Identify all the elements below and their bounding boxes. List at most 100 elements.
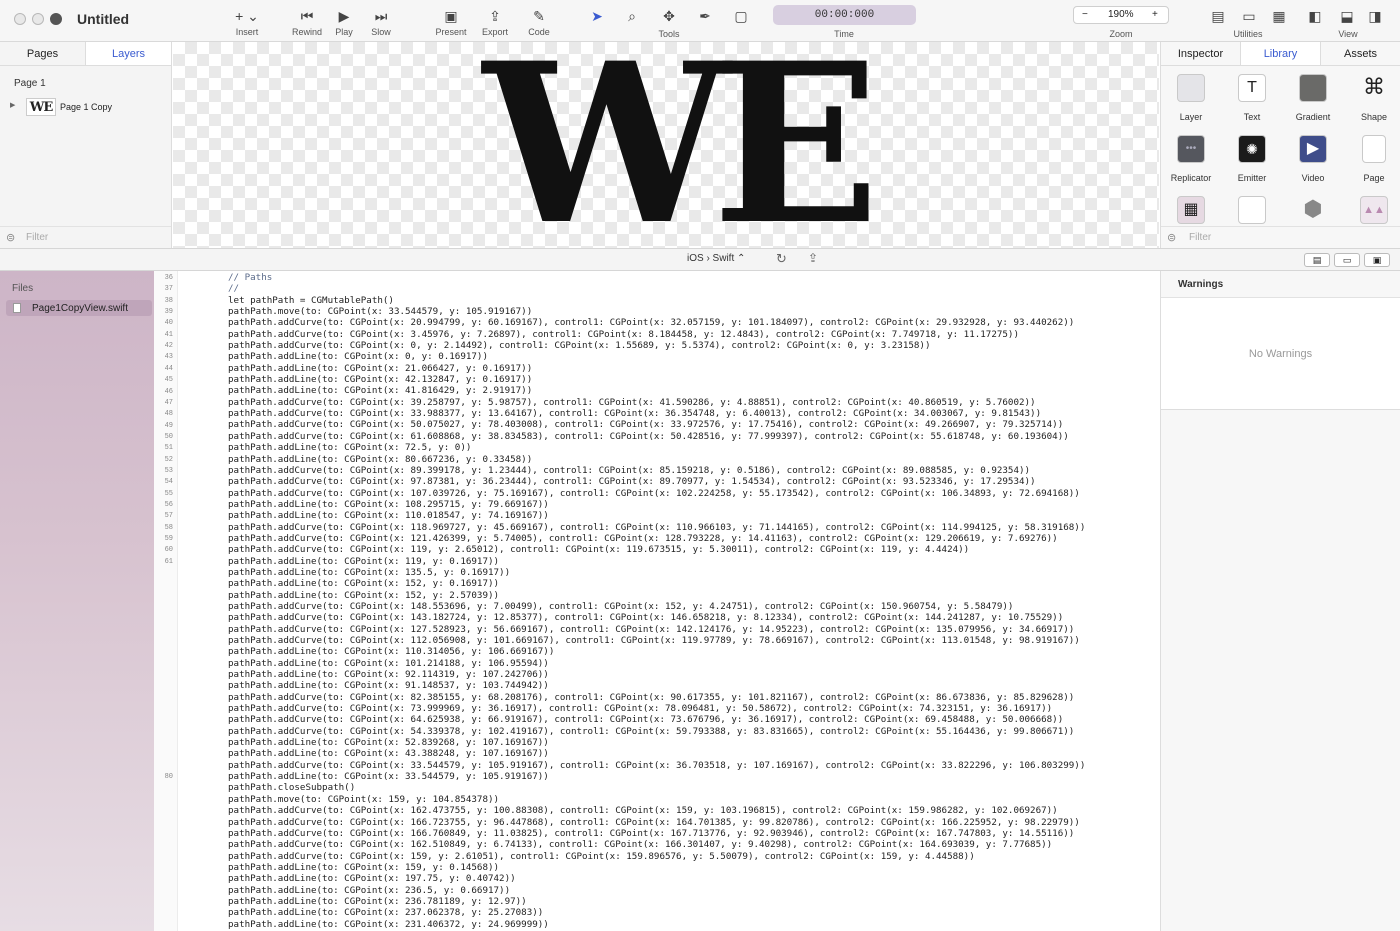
toolbar: Untitled + ⌄ Insert ⏮ Rewind ▶ Play ⏭ Sl…	[0, 0, 1400, 42]
image-icon: ▲▲	[1360, 196, 1388, 224]
layer-icon	[1177, 74, 1205, 102]
platform-selector[interactable]: iOS › Swift ⌃	[687, 253, 745, 264]
rewind-button[interactable]: ⏮ Rewind	[289, 6, 325, 37]
library-item-panel[interactable]	[1222, 188, 1282, 226]
code-line: // Paths	[228, 272, 273, 283]
library-filter[interactable]: ⊜ Filter	[1161, 226, 1400, 248]
line-number: 36	[164, 274, 173, 282]
line-number: 56	[164, 501, 173, 509]
canvas[interactable]: WE	[173, 42, 1159, 248]
view-label-wrap: View	[1336, 28, 1360, 39]
time-display[interactable]: 00:00:000	[773, 5, 916, 25]
code-line: pathPath.addCurve(to: CGPoint(x: 166.723…	[228, 816, 1080, 828]
zoom-value[interactable]: 190%	[1108, 9, 1134, 20]
code-button[interactable]: ✎ Code	[522, 6, 556, 37]
line-number: 42	[164, 342, 173, 351]
layout-button-2[interactable]: ▭	[1334, 253, 1360, 267]
code-line: pathPath.closeSubpath()	[228, 782, 356, 794]
layers-filter[interactable]: ⊜ Filter	[0, 226, 171, 248]
library-item-replicator[interactable]: ••• Replicator	[1161, 127, 1221, 188]
insert-button[interactable]: + ⌄ Insert	[227, 6, 267, 37]
code-line: pathPath.addCurve(to: CGPoint(x: 3.45976…	[228, 328, 1019, 340]
library-item-label: Shape	[1360, 112, 1388, 122]
code-line: pathPath.addCurve(to: CGPoint(x: 107.039…	[228, 487, 1080, 499]
tab-inspector[interactable]: Inspector	[1161, 42, 1241, 65]
layer-row[interactable]: ▶ WE Page 1 Copy	[8, 98, 168, 118]
library-item-grid[interactable]: ▦	[1161, 188, 1221, 226]
present-button[interactable]: ▣ Present	[431, 6, 471, 37]
library-item-text[interactable]: T Text	[1222, 66, 1282, 127]
code-line: pathPath.addLine(to: CGPoint(x: 152, y: …	[228, 589, 500, 601]
move-tool[interactable]: ✥	[660, 6, 678, 26]
code-editor[interactable]: // Paths//let pathPath = CGMutablePath()…	[228, 272, 1158, 930]
disclosure-triangle-icon[interactable]: ▶	[10, 101, 15, 109]
play-label: Play	[335, 27, 353, 37]
tab-assets[interactable]: Assets	[1321, 42, 1400, 65]
line-number: 46	[164, 387, 173, 396]
layout-button-3[interactable]: ▣	[1364, 253, 1390, 267]
utilities-assets-button[interactable]: ▦	[1270, 6, 1288, 26]
line-number: 61	[164, 557, 173, 566]
sidebar-right-icon: ◨	[1368, 8, 1382, 24]
library-item-layer[interactable]: Layer	[1161, 66, 1221, 127]
library-item-label: Gradient	[1295, 112, 1331, 122]
code-line: pathPath.addCurve(to: CGPoint(x: 33.9883…	[228, 408, 1042, 420]
zoom-in-button[interactable]: +	[1152, 9, 1158, 20]
share-icon[interactable]: ⇪	[808, 251, 818, 265]
view-right-button[interactable]: ◨	[1366, 6, 1384, 26]
utilities-inspector-button[interactable]: ▤	[1209, 6, 1227, 26]
library-item-page[interactable]: Page	[1344, 127, 1400, 188]
view-left-button[interactable]: ◧	[1306, 6, 1324, 26]
tab-pages[interactable]: Pages	[0, 42, 86, 65]
library-item-emitter[interactable]: ✺ Emitter	[1222, 127, 1282, 188]
zoom-window-button[interactable]	[50, 13, 62, 25]
view-bottom-button[interactable]: ⬓	[1338, 6, 1356, 26]
code-line: pathPath.addLine(to: CGPoint(x: 101.2141…	[228, 657, 549, 669]
library-item-video[interactable]: ▶ Video	[1283, 127, 1343, 188]
rewind-icon: ⏮	[300, 8, 314, 24]
minimize-window-button[interactable]	[32, 13, 44, 25]
play-button[interactable]: ▶ Play	[329, 6, 359, 37]
code-label: Code	[528, 27, 550, 37]
code-line: pathPath.addCurve(to: CGPoint(x: 127.528…	[228, 623, 1075, 635]
layout-button-1[interactable]: ▤	[1304, 253, 1330, 267]
present-icon: ▣	[444, 8, 458, 24]
code-line: pathPath.addCurve(to: CGPoint(x: 119, y:…	[228, 544, 970, 556]
code-line: pathPath.move(to: CGPoint(x: 33.544579, …	[228, 306, 533, 318]
line-number: 58	[164, 523, 173, 532]
text-icon: T	[1238, 74, 1266, 102]
canvas-text-layer[interactable]: WE	[483, 42, 880, 248]
window-title: Untitled	[77, 11, 130, 27]
refresh-icon[interactable]: ↻	[776, 251, 787, 267]
sidebar-left-icon: ◧	[1308, 8, 1322, 24]
code-line: pathPath.addCurve(to: CGPoint(x: 64.6259…	[228, 714, 1064, 726]
layer-thumbnail: WE	[26, 98, 56, 116]
zoom-out-button[interactable]: −	[1082, 9, 1088, 20]
filter-icon: ⊜	[1167, 232, 1177, 244]
code-line: pathPath.addCurve(to: CGPoint(x: 112.056…	[228, 635, 1080, 646]
slow-button[interactable]: ⏭ Slow	[364, 6, 398, 37]
export-label: Export	[481, 27, 508, 37]
line-number: 59	[164, 535, 173, 544]
tab-layers[interactable]: Layers	[86, 42, 171, 65]
close-window-button[interactable]	[14, 13, 26, 25]
filter-placeholder: Filter	[1189, 232, 1212, 243]
tab-library[interactable]: Library	[1241, 42, 1321, 65]
library-item-shape[interactable]: ⌘ Shape	[1344, 66, 1400, 127]
line-number: 38	[164, 296, 173, 305]
library-item-gradient[interactable]: Gradient	[1283, 66, 1343, 127]
shape-tool[interactable]: ▢	[731, 6, 751, 26]
utilities-library-button[interactable]: ▭	[1240, 6, 1258, 26]
code-line: pathPath.addLine(to: CGPoint(x: 21.06642…	[228, 362, 533, 374]
export-button[interactable]: ⇪ Export	[477, 6, 513, 37]
file-item[interactable]: Page1CopyView.swift	[6, 300, 152, 316]
library-item-3d[interactable]: ⬢	[1283, 188, 1343, 226]
code-line: let pathPath = CGMutablePath()	[228, 294, 394, 306]
code-line: pathPath.addLine(to: CGPoint(x: 152, y: …	[228, 578, 500, 590]
library-item-image[interactable]: ▲▲	[1344, 188, 1400, 226]
pen-tool[interactable]: ✒	[696, 6, 714, 26]
line-number: 52	[164, 455, 173, 464]
line-number: 47	[164, 398, 173, 407]
select-tool[interactable]: ➤	[588, 6, 606, 26]
zoom-tool[interactable]: ⌕	[623, 6, 641, 26]
